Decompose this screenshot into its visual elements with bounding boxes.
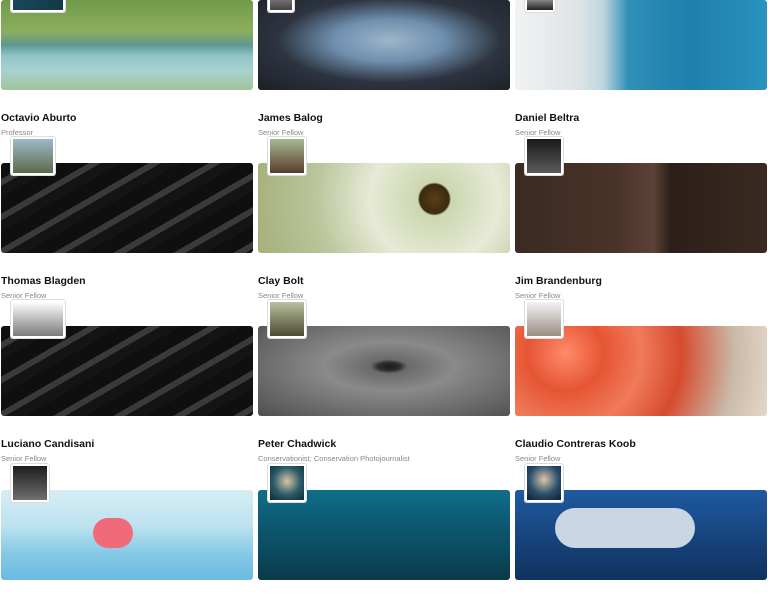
- avatar[interactable]: [268, 0, 294, 12]
- profile-role: Professor: [1, 128, 34, 137]
- profile-name[interactable]: Peter Chadwick: [258, 438, 336, 450]
- avatar[interactable]: [525, 0, 555, 12]
- profile-role: Senior Fellow: [515, 128, 561, 137]
- profile-role: Conservationist; Conservation Photojourn…: [258, 454, 410, 463]
- wolf-dark-image[interactable]: [515, 163, 767, 253]
- avatar[interactable]: [11, 0, 65, 12]
- rhino-eye-image[interactable]: [258, 326, 510, 416]
- profile-name[interactable]: Thomas Blagden: [1, 275, 86, 287]
- profile-name[interactable]: Octavio Aburto: [1, 112, 76, 124]
- avatar[interactable]: [11, 464, 49, 502]
- avatar[interactable]: [11, 300, 65, 338]
- avatar[interactable]: [268, 464, 306, 502]
- iceberg-image[interactable]: [258, 0, 510, 90]
- profile-name[interactable]: Luciano Candisani: [1, 438, 94, 450]
- profile-name[interactable]: James Balog: [258, 112, 323, 124]
- profile-role: Senior Fellow: [258, 128, 304, 137]
- river-water-image[interactable]: [1, 0, 253, 90]
- flamingo-flock-image[interactable]: [515, 326, 767, 416]
- profile-role: Senior Fellow: [258, 291, 304, 300]
- bumblebee-flowers-image[interactable]: [258, 163, 510, 253]
- profile-role: Senior Fellow: [1, 454, 47, 463]
- profile-role: Senior Fellow: [515, 291, 561, 300]
- avatar[interactable]: [525, 300, 563, 338]
- profile-role: Senior Fellow: [1, 291, 47, 300]
- flamingo-icon: [93, 518, 133, 548]
- avatar[interactable]: [11, 137, 55, 175]
- ice-sea-aerial-image[interactable]: [515, 0, 767, 90]
- striped-pattern-image[interactable]: [1, 326, 253, 416]
- profile-name[interactable]: Clay Bolt: [258, 275, 304, 287]
- avatar[interactable]: [525, 137, 563, 175]
- avatar[interactable]: [268, 300, 306, 338]
- flamingo-feet-image[interactable]: [1, 490, 253, 580]
- striped-pattern-image[interactable]: [1, 163, 253, 253]
- avatar[interactable]: [525, 464, 563, 502]
- avatar[interactable]: [268, 137, 306, 175]
- underwater-eels-image[interactable]: [258, 490, 510, 580]
- tuna-fish-image[interactable]: [515, 490, 767, 580]
- profile-role: Senior Fellow: [515, 454, 561, 463]
- profile-name[interactable]: Daniel Beltra: [515, 112, 579, 124]
- tuna-icon: [555, 508, 695, 548]
- profile-name[interactable]: Jim Brandenburg: [515, 275, 602, 287]
- profile-name[interactable]: Claudio Contreras Koob: [515, 438, 636, 450]
